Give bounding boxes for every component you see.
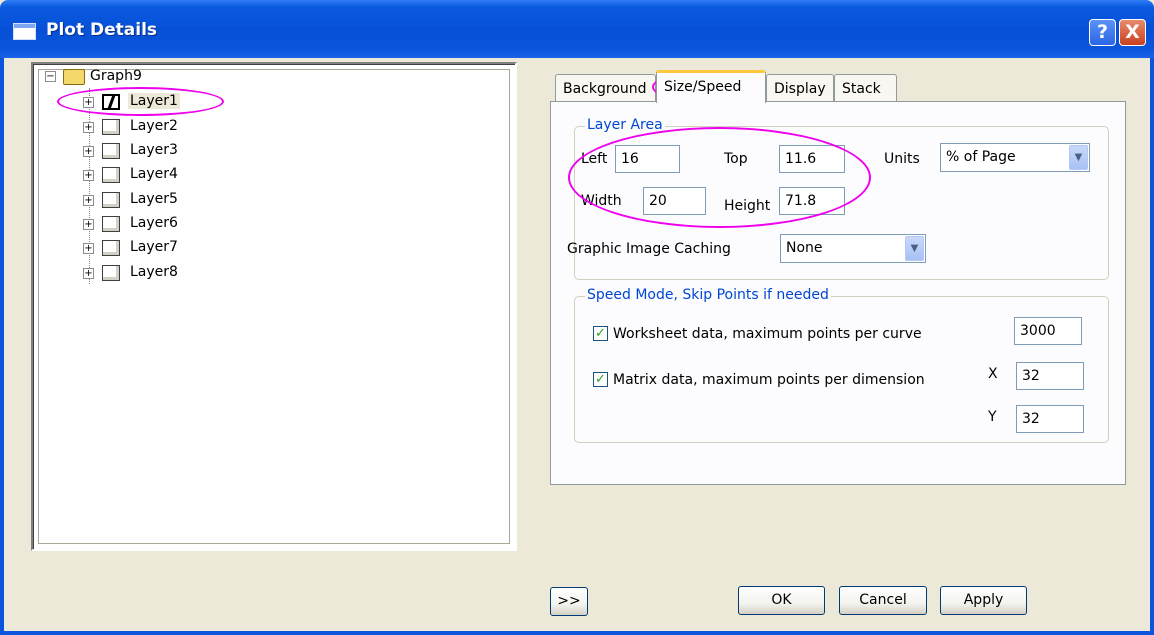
expand-icon[interactable]: +: [83, 170, 94, 181]
expand-button[interactable]: >>: [550, 587, 588, 616]
expand-icon[interactable]: +: [83, 268, 94, 279]
chevron-down-icon[interactable]: ▼: [905, 236, 924, 261]
left-input[interactable]: 16: [615, 145, 680, 173]
top-label: Top: [724, 151, 748, 167]
window-frame-bottom: [0, 631, 1154, 635]
close-button[interactable]: X: [1119, 19, 1146, 46]
tree-item-label: Layer4: [130, 166, 178, 182]
title-bar: Plot Details ? X: [0, 0, 1154, 58]
folder-icon: [63, 69, 85, 85]
matrix-checkbox[interactable]: ✓: [593, 372, 608, 387]
expand-icon[interactable]: +: [83, 122, 94, 133]
layer-tree[interactable]: − Graph9 + Layer1 + Layer2 + Layer3 + La…: [31, 62, 517, 551]
layer-icon: [102, 192, 120, 208]
tab-background[interactable]: Background: [555, 74, 656, 102]
tree-item-graph9[interactable]: − Graph9: [45, 67, 245, 89]
window-frame-left: [0, 58, 4, 635]
tree-item-layer4[interactable]: + Layer4: [78, 165, 278, 187]
tab-size-speed[interactable]: Size/Speed: [656, 70, 766, 103]
tree-item-label: Layer5: [130, 191, 178, 207]
ok-button[interactable]: OK: [738, 586, 825, 615]
caching-select[interactable]: None ▼: [780, 234, 926, 263]
tree-item-layer8[interactable]: + Layer8: [78, 263, 278, 285]
expand-icon[interactable]: +: [83, 195, 94, 206]
speed-mode-legend: Speed Mode, Skip Points if needed: [585, 287, 831, 303]
cancel-button[interactable]: Cancel: [839, 586, 927, 615]
expand-icon[interactable]: +: [83, 219, 94, 230]
width-label: Width: [581, 193, 622, 209]
tree-item-layer1[interactable]: + Layer1: [78, 92, 278, 114]
apply-button[interactable]: Apply: [940, 586, 1027, 615]
expand-icon[interactable]: +: [83, 243, 94, 254]
caching-label: Graphic Image Caching: [567, 241, 731, 257]
expand-icon[interactable]: +: [83, 97, 94, 108]
tab-page-size-speed: Layer Area Left 16 Top 11.6 Units % of P…: [550, 101, 1126, 485]
window-frame-right: [1150, 58, 1154, 635]
worksheet-label: Worksheet data, maximum points per curve: [613, 326, 922, 342]
matrix-x-input[interactable]: 32: [1016, 362, 1084, 390]
tree-item-layer5[interactable]: + Layer5: [78, 190, 278, 212]
tree-root-label: Graph9: [90, 68, 142, 84]
expand-icon[interactable]: +: [83, 146, 94, 157]
layer-icon: [102, 265, 120, 281]
layer-icon: [102, 119, 120, 135]
help-button[interactable]: ?: [1089, 19, 1116, 46]
tree-item-label: Layer8: [130, 264, 178, 280]
units-select-value: % of Page: [946, 149, 1016, 165]
matrix-label: Matrix data, maximum points per dimensio…: [613, 372, 925, 388]
units-label: Units: [884, 151, 920, 167]
tree-item-label: Layer6: [130, 215, 178, 231]
tree-item-label: Layer1: [128, 93, 180, 109]
caching-select-value: None: [786, 240, 823, 256]
tab-display[interactable]: Display: [766, 74, 834, 102]
x-label: X: [988, 366, 998, 382]
top-input[interactable]: 11.6: [779, 145, 845, 173]
layer-icon: [102, 216, 120, 232]
left-label: Left: [581, 151, 608, 167]
layer-icon: [102, 240, 120, 256]
tree-item-label: Layer2: [130, 118, 178, 134]
tree-item-label: Layer7: [130, 239, 178, 255]
units-select[interactable]: % of Page ▼: [940, 143, 1090, 172]
y-label: Y: [988, 409, 997, 425]
layer-icon: [102, 143, 120, 159]
layer-active-icon: [102, 94, 120, 110]
layer-icon: [102, 167, 120, 183]
window-title: Plot Details: [46, 20, 158, 40]
width-input[interactable]: 20: [643, 187, 706, 215]
height-input[interactable]: 71.8: [779, 187, 845, 215]
tree-item-label: Layer3: [130, 142, 178, 158]
height-label: Height: [724, 198, 771, 214]
tree-item-layer3[interactable]: + Layer3: [78, 141, 278, 163]
tree-item-layer7[interactable]: + Layer7: [78, 238, 278, 260]
window-icon: [13, 23, 36, 40]
worksheet-checkbox[interactable]: ✓: [593, 326, 608, 341]
matrix-y-input[interactable]: 32: [1016, 405, 1084, 433]
collapse-icon[interactable]: −: [45, 71, 56, 82]
tab-stack[interactable]: Stack: [834, 74, 897, 102]
tree-item-layer6[interactable]: + Layer6: [78, 214, 278, 236]
worksheet-max-points-input[interactable]: 3000: [1014, 317, 1082, 345]
layer-area-legend: Layer Area: [585, 117, 665, 133]
tree-item-layer2[interactable]: + Layer2: [78, 117, 278, 139]
chevron-down-icon[interactable]: ▼: [1069, 145, 1088, 170]
